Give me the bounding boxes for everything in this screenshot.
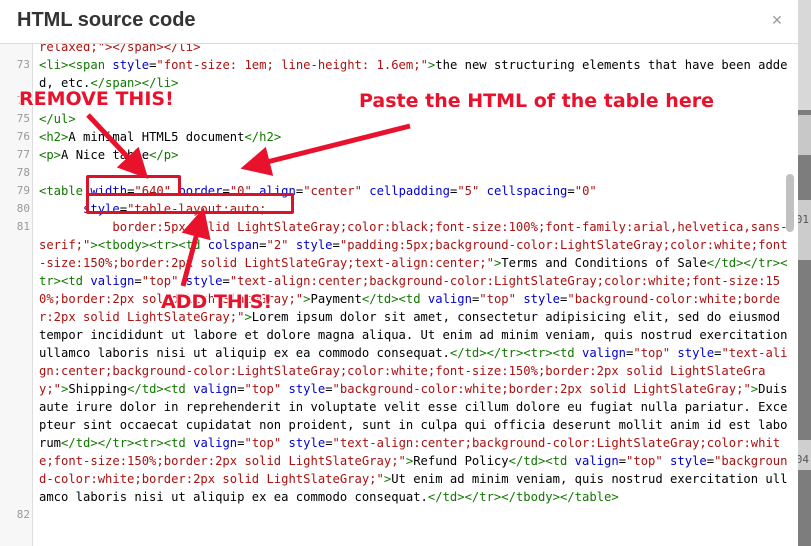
code-line[interactable]: relaxed;"></span></li> [0,44,798,56]
code-string: relaxed;"></span></li> [39,44,201,54]
editor-scrollbar[interactable] [785,44,795,546]
line-number: 76 [16,130,30,143]
background-page [798,200,811,260]
code-punct: = [325,382,333,396]
code-text: Refund Policy [413,454,509,468]
add-annotation: ADD THIS! [161,291,273,313]
add-highlight-box [86,193,294,214]
code-tag: </ul> [39,112,76,126]
line-number: 80 [16,202,30,215]
code-punct: = [332,238,340,252]
code-attribute: style [662,454,707,468]
close-icon[interactable]: × [768,11,786,29]
background-page [798,115,811,155]
code-text: Terms and Conditions of Sale [501,256,707,270]
code-attribute: style [281,382,326,396]
remove-annotation: REMOVE THIS! [19,88,174,110]
code-attribute: cellpadding [361,184,450,198]
code-tag: ><tbody><tr><td [90,238,201,252]
code-line[interactable]: 75 </ul> [0,110,798,128]
code-tag: > [303,292,311,306]
paste-annotation: Paste the HTML of the table here [359,90,714,112]
background-page [798,0,811,110]
dialog-header: HTML source code × [0,0,798,44]
code-string: "top" [633,346,671,360]
code-tag: </td></tr><tr><td [449,346,575,360]
code-string: "top" [479,292,516,306]
code-tag: </td></tr><tr><td [61,436,186,450]
code-tag: </h2> [244,130,282,144]
source-code-dialog: HTML source code × relaxed;"></span></li… [0,0,798,546]
line-number: 77 [16,148,30,161]
line-number: 82 [16,508,30,521]
scrollbar-thumb[interactable] [786,174,794,232]
line-number: 75 [16,112,30,125]
code-attribute: style [281,436,326,450]
line-number: 79 [16,184,30,197]
code-string: "background-color:white;border:2px solid… [332,382,751,396]
code-line[interactable]: 82 [0,506,798,524]
code-attribute: valign [420,292,472,306]
code-attribute: valign [185,436,238,450]
line-number: 73 [16,58,30,71]
code-string: "center" [303,184,362,198]
code-line[interactable]: 76 <h2>A minimal HTML5 document</h2> [0,128,798,146]
code-attribute: style [178,274,223,288]
code-punct: = [222,274,230,288]
code-text: A Nice table [61,148,150,162]
code-attribute: valign [83,274,135,288]
code-attribute: style [515,292,561,306]
code-tag: </td><td [361,292,421,306]
dialog-title: HTML source code [17,9,196,31]
code-line[interactable]: 73 <li><span style="font-size: 1em; line… [0,56,798,92]
code-line[interactable]: 77 <p>A Nice table</p> [0,146,798,164]
code-attribute: valign [567,454,619,468]
code-tag: </td><td [508,454,568,468]
code-string: "2" [266,238,289,252]
code-line[interactable]: 81 border:5px solid LightSlateGray;color… [0,218,798,506]
code-tag: <h2> [39,130,69,144]
code-punct: = [325,436,333,450]
code-punct: = [567,184,575,198]
code-string: "5" [457,184,480,198]
code-punct: = [706,454,715,468]
code-punct: = [134,274,142,288]
code-string: "font-size: 1em; line-height: 1.6em;" [156,58,428,72]
code-tag: <li> [39,58,69,72]
code-string: "top" [244,436,282,450]
code-attribute: colspan [200,238,260,252]
code-text: A minimal HTML5 document [68,130,245,144]
code-string: "0" [574,184,597,198]
code-attribute: valign [574,346,627,360]
code-tag: </td></tr></tbody></table> [427,490,619,504]
code-attribute: style [105,58,150,72]
code-attribute: style [288,238,333,252]
code-editor[interactable]: relaxed;"></span></li> 73 <li><span styl… [0,44,798,546]
code-tag: <span [68,58,106,72]
code-string: "top" [244,382,282,396]
line-number: 81 [16,220,30,233]
code-tag: <table [39,184,84,198]
line-number: 78 [16,166,30,179]
code-string: "top" [141,274,179,288]
code-punct: = [618,454,627,468]
code-text: Payment [310,292,362,306]
code-attribute: style [670,346,715,360]
code-attribute: cellspacing [479,184,568,198]
code-tag: </p> [149,148,179,162]
code-attribute: valign [185,382,238,396]
code-lines[interactable]: relaxed;"></span></li> 73 <li><span styl… [0,44,798,524]
code-tag: <p> [39,148,62,162]
code-tag: </td><td [127,382,186,396]
code-string: "top" [626,454,663,468]
code-text: Shipping [68,382,128,396]
